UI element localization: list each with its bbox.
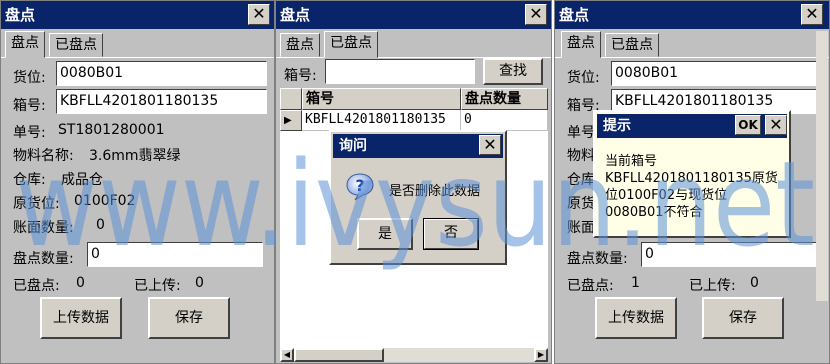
counted-label: 已盘点: [567,278,614,294]
material-label: 物料 [567,148,595,164]
tab-count[interactable]: 盘点 [5,31,45,58]
count-qty-field[interactable]: 0 [641,242,819,267]
upload-data-button[interactable]: 上传数据 [40,297,122,339]
window-title: 盘点 [280,6,311,24]
window-counted-middle: 盘点 ✕ 盘点 已盘点 箱号: 查找 箱号 盘点数量 ▶ KBFLL420180… [275,0,552,364]
titlebar: 盘点 ✕ [555,1,829,29]
orig-location-label: 原货 [567,196,595,212]
confirm-dialog: 询问 ✕ ? 是否删除此数据 是 否 [329,130,507,265]
order-label: 单号: [13,125,46,141]
scroll-left-button[interactable]: ◀ [280,348,294,362]
popup-ok-button[interactable]: OK [735,115,761,135]
location-field[interactable]: 0080B01 [56,61,267,86]
window-count-right: 盘点 ✕ 盘点 已盘点 货位: 0080B01 箱号: KBFLL4201801… [554,0,830,364]
order-value: ST1801280001 [58,122,165,138]
svg-text:?: ? [355,176,364,195]
box-field[interactable]: KBFLL4201801180135 [56,89,267,114]
close-button[interactable]: ✕ [525,4,547,25]
tab-count[interactable]: 盘点 [561,31,601,58]
tab-counted[interactable]: 已盘点 [324,31,378,58]
tab-counted[interactable]: 已盘点 [605,33,659,57]
mismatch-popup: 提示 OK ✕ 当前箱号 KBFLL4201801180135原货 位0100F… [593,110,791,238]
vertical-scrollbar[interactable] [816,31,828,301]
book-qty-label: 账面数量: [13,220,74,236]
warehouse-label: 仓库: [13,172,46,188]
dialog-no-button[interactable]: 否 [423,218,479,250]
titlebar: 盘点 ✕ [1,1,274,29]
scroll-right-button[interactable]: ▶ [534,348,548,362]
location-label: 货位: [567,70,600,86]
horizontal-scrollbar[interactable]: ◀ ▶ [280,348,548,362]
popup-title: 提示 [603,118,631,134]
table-cell-qty[interactable]: 0 [461,110,548,131]
dialog-message: 是否删除此数据 [389,184,481,199]
warehouse-label: 仓库 [567,172,595,188]
tab-counted[interactable]: 已盘点 [49,33,103,57]
row-indicator: ▶ [280,110,302,131]
tab-count[interactable]: 盘点 [280,33,320,57]
search-button[interactable]: 查找 [483,58,543,85]
table-cell-box[interactable]: KBFLL4201801180135 [302,110,461,131]
window-count-left: 盘点 ✕ 盘点 已盘点 货位: 0080B01 箱号: KBFLL4201801… [0,0,275,364]
uploaded-label: 已上传: [689,278,736,294]
row-header-corner [280,88,302,110]
counted-value: 1 [631,275,640,291]
popup-line-4: 0080B01不符合 [605,205,703,220]
close-button[interactable]: ✕ [801,4,823,25]
count-qty-label: 盘点数量: [13,251,74,267]
save-button[interactable]: 保存 [702,297,784,339]
box-label: 箱号: [13,98,46,114]
titlebar: 盘点 ✕ [276,1,551,29]
save-button[interactable]: 保存 [148,297,230,339]
material-label: 物料名称: [13,148,74,164]
dialog-titlebar: 询问 ✕ [333,134,503,158]
location-label: 货位: [13,70,46,86]
window-title: 盘点 [5,6,36,24]
box-search-field[interactable] [325,59,475,84]
counted-label: 已盘点: [13,278,60,294]
dialog-close-button[interactable]: ✕ [479,135,501,155]
popup-titlebar: 提示 OK ✕ [597,114,787,138]
upload-data-button[interactable]: 上传数据 [595,297,677,339]
book-label: 账面 [567,220,595,236]
window-title: 盘点 [559,6,590,24]
book-qty-value: 0 [96,217,105,233]
uploaded-value: 0 [750,275,759,291]
scroll-thumb[interactable] [294,348,384,362]
material-value: 3.6mm翡翠绿 [89,148,181,164]
column-header-box[interactable]: 箱号 [302,88,461,110]
location-field[interactable]: 0080B01 [611,61,822,86]
order-label: 单号 [567,125,595,141]
uploaded-value: 0 [195,275,204,291]
box-label: 箱号: [284,68,317,84]
close-button[interactable]: ✕ [248,4,270,25]
dialog-yes-button[interactable]: 是 [357,218,413,250]
counted-value: 0 [76,275,85,291]
dialog-title: 询问 [339,138,367,154]
popup-close-button[interactable]: ✕ [765,115,787,135]
count-qty-label: 盘点数量: [567,251,628,267]
question-icon: ? [345,172,375,202]
orig-location-label: 原货位: [13,196,60,212]
orig-location-value: 0100F02 [74,193,136,209]
column-header-qty[interactable]: 盘点数量 [461,88,548,110]
warehouse-value: 成品仓 [61,172,103,188]
uploaded-label: 已上传: [134,278,181,294]
count-qty-field[interactable]: 0 [87,242,263,267]
